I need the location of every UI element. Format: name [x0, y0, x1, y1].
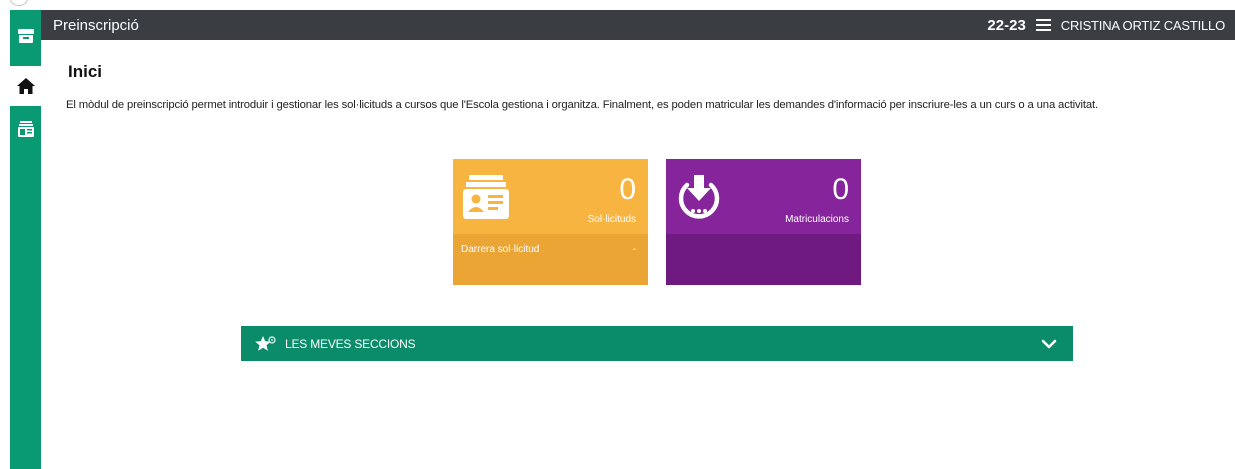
chevron-down-icon[interactable] — [1041, 339, 1057, 349]
requests-count: 0 — [619, 173, 636, 206]
page-description: El mòdul de preinscripció permet introdu… — [66, 99, 1098, 111]
enrollments-tile-top: 0 Matriculacions — [666, 159, 861, 234]
sidebar-item-requests[interactable] — [10, 114, 41, 144]
download-circle-icon — [678, 175, 720, 219]
sidebar — [10, 10, 41, 469]
requests-tile-footer: Darrera sol·licitud - — [453, 234, 648, 285]
topbar-right: 22-23 CRISTINA ORTIZ CASTILLO — [987, 17, 1225, 34]
id-card-icon — [17, 121, 34, 137]
app-title: Preinscripció — [53, 16, 139, 34]
user-name[interactable]: CRISTINA ORTIZ CASTILLO — [1061, 18, 1225, 33]
hamburger-menu-icon[interactable] — [1035, 19, 1051, 31]
last-request-label: Darrera sol·licitud — [461, 244, 540, 255]
browser-top-strip — [0, 0, 1235, 10]
my-sections-label: LES MEVES SECCIONS — [285, 336, 416, 351]
sidebar-item-home[interactable] — [10, 66, 41, 106]
home-icon — [16, 78, 35, 94]
requests-tile[interactable]: 0 Sol·licituds Darrera sol·licitud - — [453, 159, 648, 285]
last-request-value: - — [632, 244, 636, 255]
browser-edge-circle — [10, 0, 28, 6]
enrollments-tile[interactable]: 0 Matriculacions — [666, 159, 861, 285]
enrollments-count: 0 — [832, 173, 849, 206]
archive-box-icon — [17, 29, 34, 43]
requests-tile-top: 0 Sol·licituds — [453, 159, 648, 234]
enrollments-tile-footer — [666, 234, 861, 285]
requests-label: Sol·licituds — [587, 214, 636, 225]
star-icon — [255, 335, 276, 351]
my-sections-heading: LES MEVES SECCIONS — [255, 335, 416, 353]
page-title: Inici — [68, 62, 103, 81]
id-card-icon — [463, 175, 509, 219]
top-bar: Preinscripció 22-23 CRISTINA ORTIZ CASTI… — [41, 10, 1235, 40]
school-year[interactable]: 22-23 — [987, 17, 1025, 34]
my-sections-bar[interactable]: LES MEVES SECCIONS — [241, 326, 1073, 361]
enrollments-label: Matriculacions — [785, 214, 849, 225]
sidebar-item-archive[interactable] — [10, 24, 41, 48]
